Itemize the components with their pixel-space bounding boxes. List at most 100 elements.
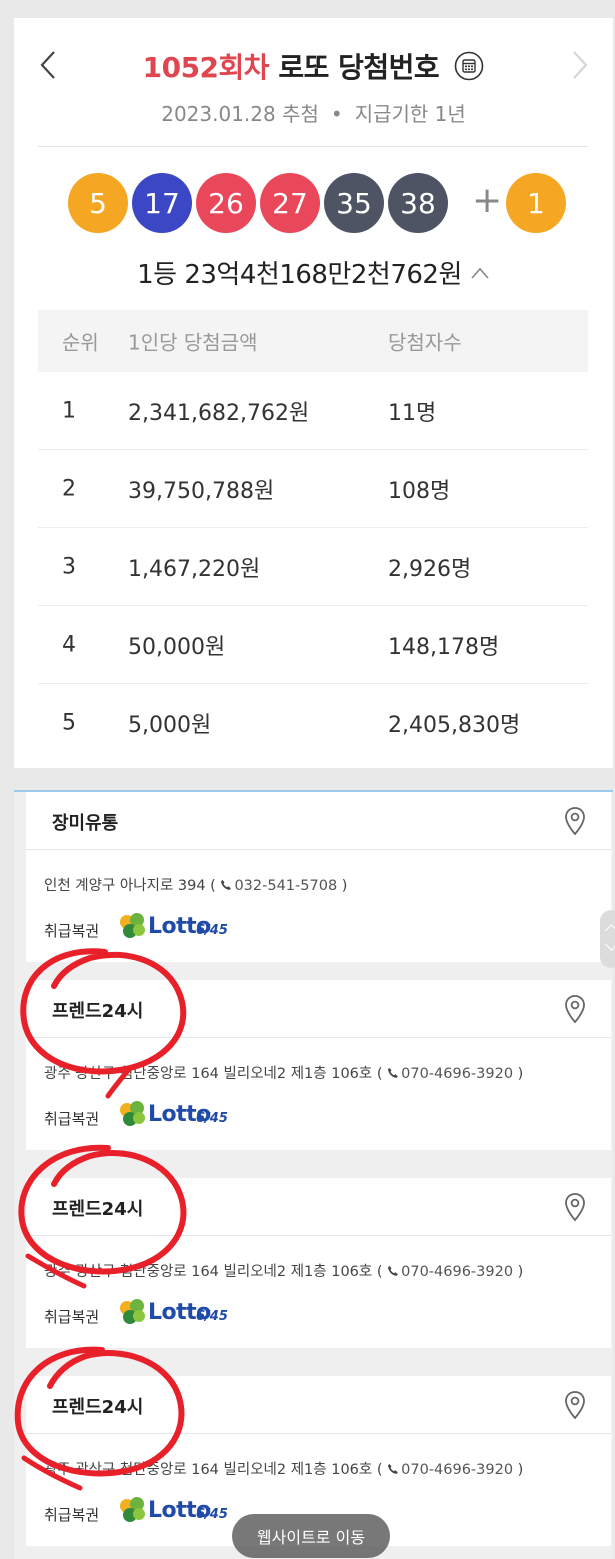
address-end: )	[337, 878, 348, 894]
store-name: 장미유통	[52, 813, 119, 834]
lotto-logo: Lotto 6/45	[116, 1494, 246, 1528]
address-end: )	[513, 1462, 524, 1478]
store-header: 프렌드24시	[26, 1376, 611, 1434]
store-card[interactable]: 장미유통 인천 계양구 아나지로 394 ( 032-541-5708 ) 취급…	[26, 792, 615, 968]
phone-icon	[221, 880, 232, 890]
website-button[interactable]: 웹사이트로 이동	[232, 1514, 390, 1558]
store-card[interactable]: 프렌드24시 광주 광산구 첨단중앙로 164 빌리오네2 제1층 106호 (…	[26, 1178, 611, 1348]
cell-winners: 2,405,830명	[388, 713, 521, 738]
separator-dot: •	[330, 102, 343, 126]
cell-rank: 4	[62, 632, 76, 657]
lottery-type-label: 취급복권	[44, 1506, 100, 1524]
number-ball: 35	[324, 173, 384, 233]
first-prize-toggle[interactable]: 1등 23억4천168만2천762원	[14, 254, 613, 291]
clover-icon	[120, 1101, 145, 1126]
cell-amount: 2,341,682,762원	[128, 400, 310, 426]
cell-amount: 39,750,788원	[128, 478, 275, 504]
number-ball: 27	[260, 173, 320, 233]
payout-deadline: 지급기한 1년	[354, 102, 466, 126]
cell-rank: 5	[62, 710, 76, 736]
number-ball: 17	[132, 173, 192, 233]
scroll-handle[interactable]	[600, 910, 615, 968]
address-text: 광주 광산구 첨단중앙로 164 빌리오네2 제1층 106호 (	[44, 1264, 383, 1280]
logo-subtext: 6/45	[196, 1507, 228, 1522]
header-amount: 1인당 당첨금액	[128, 330, 258, 355]
store-name: 프렌드24시	[52, 1199, 144, 1220]
cell-amount: 1,467,220원	[128, 556, 261, 582]
prize-table: 순위 1인당 당첨금액 당첨자수 1 2,341,682,762원 11명 2 …	[38, 310, 588, 762]
store-list: 장미유통 인천 계양구 아나지로 394 ( 032-541-5708 ) 취급…	[14, 790, 615, 1559]
phone-number[interactable]: 032-541-5708	[234, 878, 337, 894]
cell-winners: 148,178명	[388, 634, 500, 660]
phone-icon	[388, 1266, 398, 1276]
cell-rank: 3	[62, 554, 76, 579]
header-winners: 당첨자수	[388, 330, 462, 355]
clover-icon	[120, 913, 145, 938]
store-header: 장미유통	[26, 792, 611, 850]
cell-winners: 108명	[388, 478, 451, 504]
store-body: 광주 광산구 첨단중앙로 164 빌리오네2 제1층 106호 ( 070-46…	[26, 1038, 611, 1150]
phone-number[interactable]: 070-4696-3920	[401, 1264, 513, 1280]
map-pin-icon[interactable]	[563, 1192, 587, 1222]
bonus-ball: 1	[506, 173, 566, 233]
address-end: )	[513, 1264, 524, 1280]
table-row: 5 5,000원 2,405,830명	[38, 684, 588, 762]
map-pin-icon[interactable]	[563, 806, 587, 836]
draw-info: 2023.01.28 추첨 • 지급기한 1년	[14, 98, 613, 127]
lottery-type-label: 취급복권	[44, 1308, 100, 1326]
logo-subtext: 6/45	[196, 923, 228, 938]
number-ball: 26	[196, 173, 256, 233]
table-row: 4 50,000원 148,178명	[38, 606, 588, 684]
cell-rank: 1	[62, 398, 76, 423]
lottery-type-label: 취급복권	[44, 1110, 100, 1128]
store-name: 프렌드24시	[52, 1001, 144, 1022]
first-prize-amount: 1등 23억4천168만2천762원	[137, 260, 462, 290]
store-address: 인천 계양구 아나지로 394 ( 032-541-5708 )	[44, 874, 347, 895]
page-title: 1052회차 로또 당첨번호	[14, 46, 613, 86]
divider	[38, 146, 588, 147]
plus-sign: +	[472, 180, 503, 221]
lotto-logo: Lotto 6/45	[116, 1098, 246, 1132]
store-address: 광주 광산구 첨단중앙로 164 빌리오네2 제1층 106호 ( 070-46…	[44, 1062, 523, 1083]
table-row: 2 39,750,788원 108명	[38, 450, 588, 528]
lotto-logo: Lotto 6/45	[116, 910, 246, 944]
map-pin-icon[interactable]	[563, 1390, 587, 1420]
draw-date: 2023.01.28 추첨	[161, 102, 319, 126]
store-header: 프렌드24시	[26, 980, 611, 1038]
store-header: 프렌드24시	[26, 1178, 611, 1236]
address-text: 광주 광산구 첨단중앙로 164 빌리오네2 제1층 106호 (	[44, 1462, 383, 1478]
calendar-icon[interactable]	[454, 51, 484, 81]
address-text: 광주 광산구 첨단중앙로 164 빌리오네2 제1층 106호 (	[44, 1066, 383, 1082]
lotto-logo: Lotto 6/45	[116, 1296, 246, 1330]
title-text: 로또 당첨번호	[278, 51, 440, 84]
table-row: 3 1,467,220원 2,926명	[38, 528, 588, 606]
phone-icon	[388, 1068, 398, 1078]
cell-rank: 2	[62, 476, 76, 501]
cell-amount: 5,000원	[128, 713, 212, 738]
logo-subtext: 6/45	[196, 1111, 228, 1126]
address-text: 인천 계양구 아나지로 394 (	[44, 878, 216, 894]
lottery-type-label: 취급복권	[44, 922, 100, 940]
number-ball: 38	[388, 173, 448, 233]
map-pin-icon[interactable]	[563, 994, 587, 1024]
cell-amount: 50,000원	[128, 634, 226, 660]
address-end: )	[513, 1066, 524, 1082]
phone-number[interactable]: 070-4696-3920	[401, 1066, 513, 1082]
store-address: 광주 광산구 첨단중앙로 164 빌리오네2 제1층 106호 ( 070-46…	[44, 1260, 523, 1281]
clover-icon	[120, 1497, 145, 1522]
phone-icon	[388, 1464, 398, 1474]
round-number: 1052회차	[142, 51, 270, 84]
logo-subtext: 6/45	[196, 1309, 228, 1324]
store-name: 프렌드24시	[52, 1397, 144, 1418]
cell-winners: 2,926명	[388, 556, 472, 582]
cell-winners: 11명	[388, 400, 437, 426]
draw-result-card: 1052회차 로또 당첨번호 2023.01.28 추첨 • 지급기한 1년 5 1…	[14, 18, 613, 768]
phone-number[interactable]: 070-4696-3920	[401, 1462, 513, 1478]
table-header: 순위 1인당 당첨금액 당첨자수	[38, 310, 588, 372]
store-card[interactable]: 프렌드24시 광주 광산구 첨단중앙로 164 빌리오네2 제1층 106호 (…	[26, 980, 611, 1150]
clover-icon	[120, 1299, 145, 1324]
store-body: 광주 광산구 첨단중앙로 164 빌리오네2 제1층 106호 ( 070-46…	[26, 1236, 611, 1348]
store-body: 인천 계양구 아나지로 394 ( 032-541-5708 ) 취급복권 Lo…	[26, 850, 615, 968]
store-address: 광주 광산구 첨단중앙로 164 빌리오네2 제1층 106호 ( 070-46…	[44, 1458, 523, 1479]
number-ball: 5	[68, 173, 128, 233]
